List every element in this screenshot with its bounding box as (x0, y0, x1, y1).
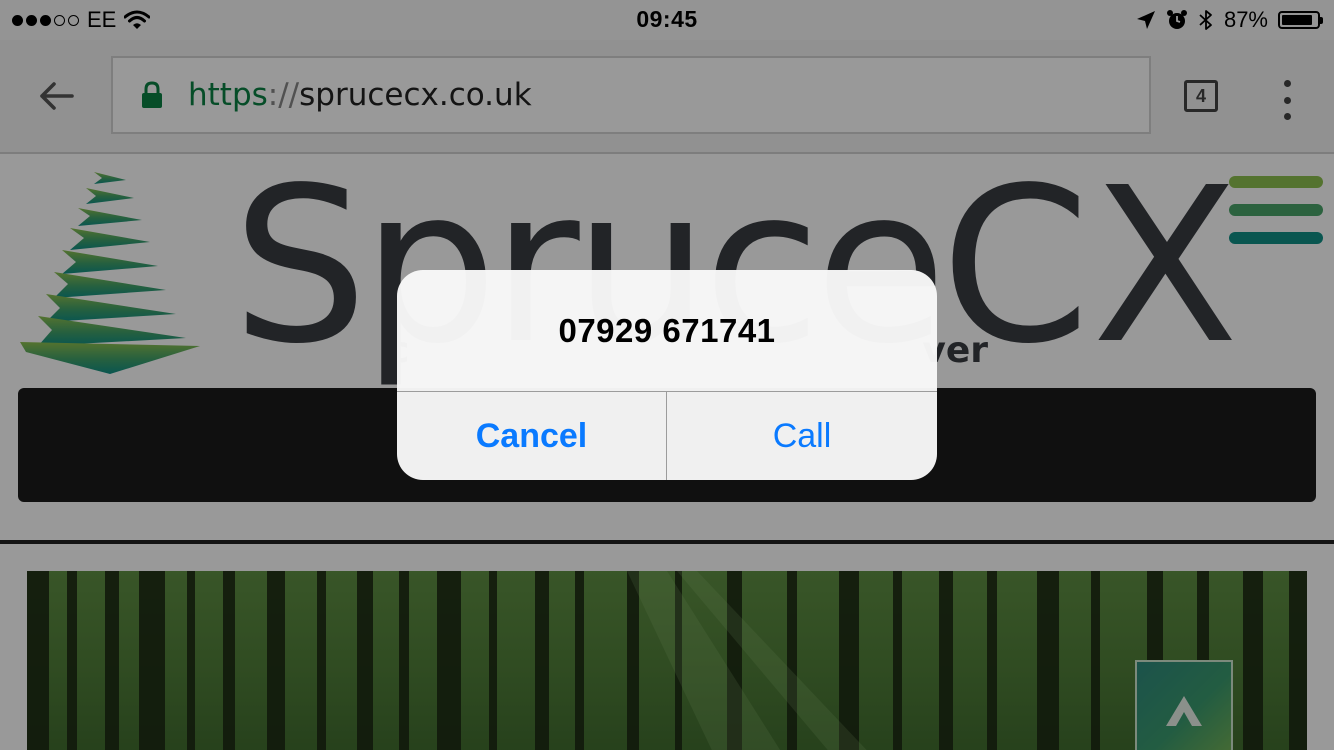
call-button[interactable]: Call (667, 392, 937, 480)
alert-phone-number: 07929 671741 (558, 311, 776, 349)
call-alert-dialog: 07929 671741 Cancel Call (397, 270, 937, 480)
cancel-button[interactable]: Cancel (397, 392, 666, 480)
